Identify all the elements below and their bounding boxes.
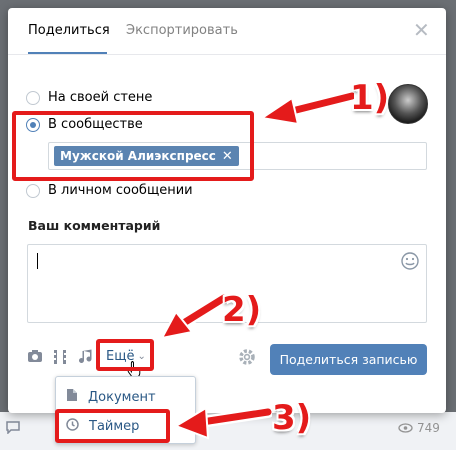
share-dialog: Поделиться Экспортировать ✕ На своей сте… (8, 8, 446, 413)
emoji-icon[interactable] (400, 251, 420, 271)
comment-icon (6, 420, 20, 438)
music-icon[interactable] (79, 349, 93, 369)
share-post-button[interactable]: Поделиться записью (270, 344, 427, 375)
radio-own-wall[interactable] (26, 90, 40, 105)
annotation-number-3: 3) (272, 398, 312, 438)
option-private-message[interactable]: В личном сообщении (26, 183, 193, 198)
annotation-box-timer (55, 409, 170, 443)
radio-private-message[interactable] (26, 183, 40, 198)
annotation-arrow-1 (259, 90, 354, 126)
avatar (388, 84, 428, 124)
tab-bar: Поделиться Экспортировать ✕ (8, 8, 446, 55)
gear-icon[interactable] (238, 348, 256, 370)
option-own-wall-label: На своей стене (48, 90, 153, 105)
annotation-box-community (12, 111, 254, 181)
document-icon (66, 388, 78, 406)
annotation-number-2: 2) (222, 290, 262, 330)
active-tab-indicator (28, 52, 107, 54)
views-counter: 749 (398, 421, 440, 435)
option-private-message-label: В личном сообщении (48, 183, 193, 198)
tab-share[interactable]: Поделиться (28, 23, 110, 38)
text-caret (37, 253, 38, 269)
views-count: 749 (417, 421, 440, 435)
close-icon[interactable]: ✕ (413, 20, 430, 40)
annotation-number-1: 1) (350, 78, 390, 118)
camera-icon[interactable] (27, 349, 43, 367)
eye-icon (398, 423, 413, 433)
annotation-box-more (96, 339, 154, 371)
comment-label: Ваш комментарий (28, 218, 161, 233)
tab-export[interactable]: Экспортировать (126, 23, 238, 38)
annotation-arrow-2 (160, 292, 228, 340)
dropdown-item-document-label: Документ (88, 389, 156, 405)
video-icon[interactable] (53, 349, 67, 369)
annotation-arrow-3 (173, 406, 272, 440)
option-own-wall[interactable]: На своей стене (26, 90, 152, 105)
